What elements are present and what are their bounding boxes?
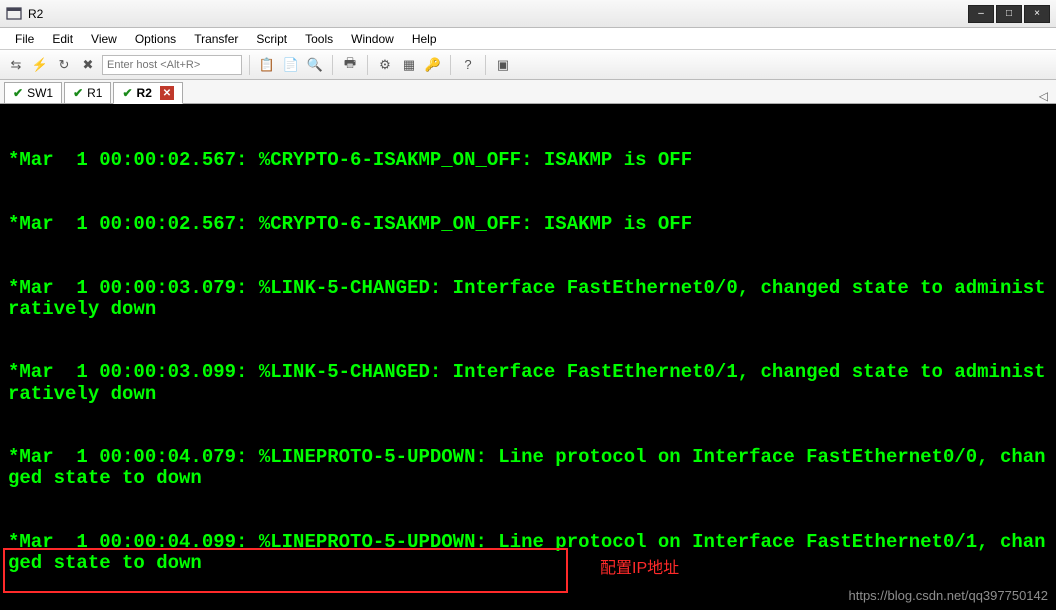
print-icon[interactable]: 🖶 [340, 55, 360, 75]
terminal-line: *Mar 1 00:00:02.567: %CRYPTO-6-ISAKMP_ON… [8, 150, 1048, 171]
tab-label: R1 [87, 86, 102, 100]
quick-connect-icon[interactable]: ⚡ [30, 55, 50, 75]
tab-label: R2 [137, 86, 152, 100]
toolbar: ⇆ ⚡ ↻ ✖ 📋 📄 🔍 🖶 ⚙ ▦ 🔑 ? ▣ [0, 50, 1056, 80]
tab-r1[interactable]: ✔ R1 [64, 82, 111, 104]
check-icon: ✔ [13, 86, 23, 100]
menubar: File Edit View Options Transfer Script T… [0, 28, 1056, 50]
terminal-line: *Mar 1 00:00:03.079: %LINK-5-CHANGED: In… [8, 278, 1048, 320]
tabbar: ✔ SW1 ✔ R1 ✔ R2 ✕ ◁ [0, 80, 1056, 104]
window-title: R2 [28, 7, 43, 21]
paste-icon[interactable]: 📄 [281, 55, 301, 75]
tab-r2[interactable]: ✔ R2 ✕ [113, 82, 182, 104]
connect-icon[interactable]: ⇆ [6, 55, 26, 75]
check-icon: ✔ [73, 86, 83, 100]
titlebar: R2 – □ × [0, 0, 1056, 28]
terminal-line: *Mar 1 00:00:04.099: %LINEPROTO-5-UPDOWN… [8, 532, 1048, 574]
menu-window[interactable]: Window [342, 32, 403, 46]
maximize-button[interactable]: □ [996, 5, 1022, 23]
find-icon[interactable]: 🔍 [305, 55, 325, 75]
toolbar-separator [450, 55, 451, 75]
menu-options[interactable]: Options [126, 32, 185, 46]
key-icon[interactable]: 🔑 [423, 55, 443, 75]
toolbar-separator [485, 55, 486, 75]
help-icon[interactable]: ? [458, 55, 478, 75]
copy-icon[interactable]: 📋 [257, 55, 277, 75]
menu-edit[interactable]: Edit [43, 32, 82, 46]
close-tab-icon[interactable]: ✕ [160, 86, 174, 100]
terminal-line: *Mar 1 00:00:04.079: %LINEPROTO-5-UPDOWN… [8, 447, 1048, 489]
reconnect-icon[interactable]: ↻ [54, 55, 74, 75]
toolbar-separator [367, 55, 368, 75]
toolbar-separator [249, 55, 250, 75]
minimize-button[interactable]: – [968, 5, 994, 23]
session-icon[interactable]: ▦ [399, 55, 419, 75]
menu-tools[interactable]: Tools [296, 32, 342, 46]
toolbar-separator [332, 55, 333, 75]
watermark: https://blog.csdn.net/qq397750142 [849, 585, 1049, 606]
tab-label: SW1 [27, 86, 53, 100]
terminal-line: *Mar 1 00:00:02.567: %CRYPTO-6-ISAKMP_ON… [8, 214, 1048, 235]
disconnect-icon[interactable]: ✖ [78, 55, 98, 75]
window-icon[interactable]: ▣ [493, 55, 513, 75]
tab-scroll-left[interactable]: ◁ [1039, 89, 1056, 103]
close-button[interactable]: × [1024, 5, 1050, 23]
host-input[interactable] [102, 55, 242, 75]
app-icon [6, 6, 22, 22]
terminal-line: *Mar 1 00:00:03.099: %LINK-5-CHANGED: In… [8, 362, 1048, 404]
menu-help[interactable]: Help [403, 32, 446, 46]
menu-file[interactable]: File [6, 32, 43, 46]
check-icon: ✔ [122, 86, 132, 100]
tab-sw1[interactable]: ✔ SW1 [4, 82, 62, 104]
menu-transfer[interactable]: Transfer [185, 32, 247, 46]
annotation-label: 配置IP地址 [600, 558, 679, 579]
menu-view[interactable]: View [82, 32, 126, 46]
menu-script[interactable]: Script [247, 32, 296, 46]
terminal[interactable]: *Mar 1 00:00:02.567: %CRYPTO-6-ISAKMP_ON… [0, 104, 1056, 610]
settings-icon[interactable]: ⚙ [375, 55, 395, 75]
